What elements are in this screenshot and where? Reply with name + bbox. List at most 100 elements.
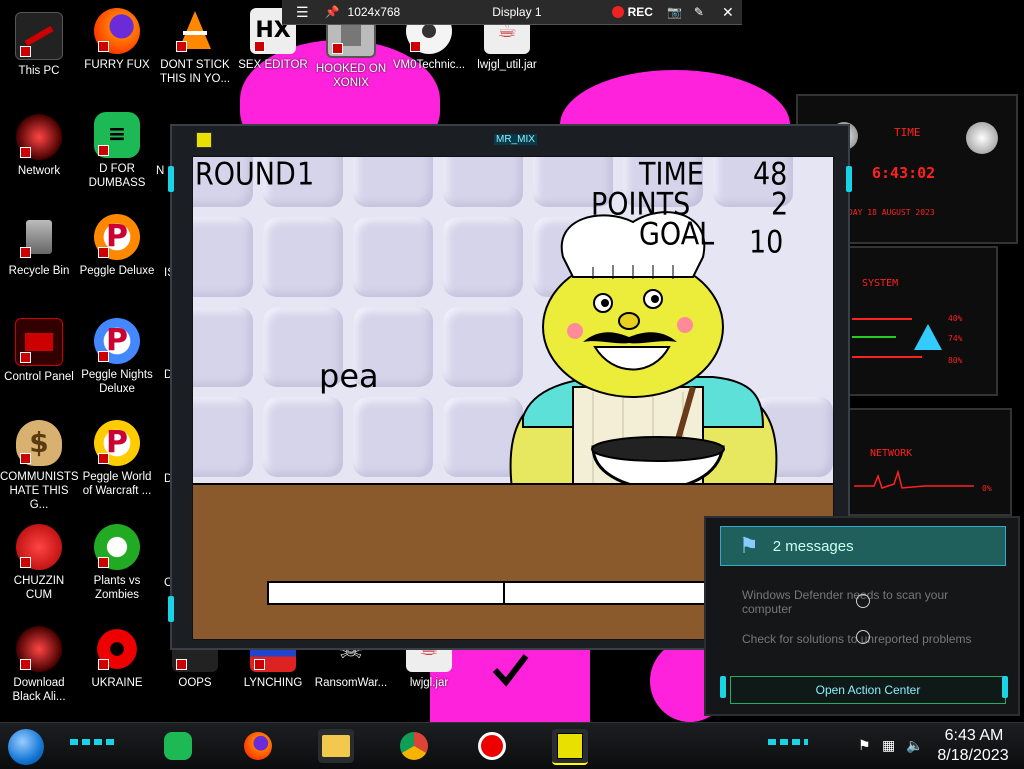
alien-emblem-icon bbox=[914, 324, 942, 350]
desktop-icon-chuzzin[interactable]: CHUZZIN CUM bbox=[0, 524, 78, 602]
record-icon[interactable] bbox=[611, 6, 624, 18]
frame-accent bbox=[720, 676, 726, 698]
icon-label: DONT STICK THIS IN YO... bbox=[159, 59, 231, 85]
flag-icon[interactable]: ⚑ bbox=[858, 737, 871, 754]
icon-label: FURRY FUX bbox=[84, 59, 150, 71]
messages-header[interactable]: ⚑ 2 messages bbox=[720, 526, 1006, 566]
defender-notice[interactable]: Windows Defender needs to scan your comp… bbox=[742, 588, 962, 616]
frame-accent bbox=[168, 596, 174, 622]
sys-bar bbox=[852, 356, 922, 358]
desktop-icon-dont-stick[interactable]: DONT STICK THIS IN YO... bbox=[156, 8, 234, 86]
frame-accent bbox=[1002, 676, 1008, 698]
icon-label: Peggle Deluxe bbox=[79, 265, 155, 277]
icon-label: COMMUNISTS HATE THIS G... bbox=[0, 471, 79, 511]
action-center-popup[interactable]: ⚑ 2 messages Windows Defender needs to s… bbox=[704, 516, 1020, 716]
icon-label: Network bbox=[17, 165, 61, 177]
goal-label: GOAL bbox=[639, 217, 715, 253]
camera-icon[interactable]: 📷 bbox=[667, 5, 682, 19]
firefox-icon bbox=[94, 8, 140, 54]
round-value: 1 bbox=[297, 157, 315, 193]
icon-label: lwjgl_util.jar bbox=[477, 59, 537, 71]
checkmark-shape bbox=[492, 654, 529, 687]
sys-stat: 80% bbox=[948, 356, 963, 365]
display-selector[interactable]: Display 1 bbox=[492, 5, 541, 19]
input-divider bbox=[503, 583, 505, 603]
taskbar-decor bbox=[768, 739, 808, 745]
remote-session-toolbar: ☰ 📌 1024x768 Display 1 REC 📷 ✎ ✕ bbox=[282, 0, 742, 25]
desktop-icon-ukraine[interactable]: UKRAINE bbox=[78, 626, 156, 690]
frame-accent bbox=[168, 166, 174, 192]
chrome-icon bbox=[400, 732, 428, 760]
pencil-icon[interactable]: ✎ bbox=[694, 5, 704, 19]
icon-label: Peggle World of Warcraft ... bbox=[82, 471, 152, 497]
radiation-icon bbox=[94, 626, 140, 672]
recycle-bin-icon bbox=[16, 214, 62, 260]
start-button[interactable] bbox=[8, 729, 44, 765]
icon-label: CHUZZIN CUM bbox=[13, 575, 65, 601]
close-icon[interactable]: ✕ bbox=[722, 4, 734, 21]
icon-label: SEX EDITOR bbox=[238, 59, 308, 71]
time-widget-title: TIME bbox=[894, 126, 921, 139]
taskbar: ⚑ ▦ 🔈 6:43 AM 8/18/2023 bbox=[0, 722, 1024, 769]
sys-stat: 40% bbox=[948, 314, 963, 323]
folder-icon bbox=[322, 735, 350, 757]
control-panel-icon bbox=[15, 318, 63, 366]
pin-icon[interactable]: 📌 bbox=[325, 5, 340, 19]
taskbar-chat-app[interactable] bbox=[160, 729, 196, 763]
icon-label: UKRAINE bbox=[91, 677, 143, 689]
messages-count: 2 messages bbox=[772, 537, 854, 555]
resolution-label[interactable]: 1024x768 bbox=[348, 5, 401, 19]
peggle-nights-icon: P bbox=[94, 318, 140, 364]
icon-label: LYNCHING bbox=[243, 677, 303, 689]
chat-bubble-icon: ≡ bbox=[94, 112, 140, 158]
icon-label: D FOR DUMBASS bbox=[88, 163, 146, 189]
network-icon bbox=[16, 114, 62, 160]
network-widget-title: NETWORK bbox=[870, 448, 913, 459]
taskbar-chrome[interactable] bbox=[396, 729, 432, 763]
icon-label: Recycle Bin bbox=[8, 265, 70, 277]
answer-input-field[interactable] bbox=[267, 581, 707, 605]
desktop-icon-furry-fux[interactable]: FURRY FUX bbox=[78, 8, 156, 72]
taskbar-file-explorer[interactable] bbox=[318, 729, 354, 763]
rec-label[interactable]: REC bbox=[628, 5, 653, 19]
desktop-icon-peggle-wow[interactable]: P Peggle World of Warcraft ... bbox=[78, 420, 156, 498]
desktop-icon-network[interactable]: Network bbox=[0, 114, 78, 178]
volume-icon[interactable]: 🔈 bbox=[906, 737, 923, 754]
taskbar-clock-time[interactable]: 6:43 AM bbox=[934, 727, 1014, 745]
money-bag-icon: $ bbox=[16, 420, 62, 466]
menu-icon[interactable]: ☰ bbox=[296, 4, 309, 21]
flag-icon: ⚑ bbox=[739, 533, 759, 558]
desktop-icon-recycle-bin[interactable]: Recycle Bin bbox=[0, 214, 78, 278]
desktop-icon-this-pc[interactable]: This PC bbox=[0, 12, 78, 78]
icon-label: HOOKED ON XONIX bbox=[315, 63, 387, 89]
icon-label: Plants vs Zombies bbox=[93, 575, 141, 601]
wall-tile bbox=[193, 397, 253, 477]
solutions-notice[interactable]: Check for solutions to unreported proble… bbox=[742, 632, 1002, 646]
desktop-icon-peggle-nights[interactable]: P Peggle Nights Deluxe bbox=[78, 318, 156, 396]
desktop-icon-d-for-dumbass[interactable]: ≡ D FOR DUMBASS bbox=[78, 112, 156, 190]
frame-accent bbox=[846, 166, 852, 192]
desktop-icon-plants-vs-zombies[interactable]: Plants vs Zombies bbox=[78, 524, 156, 602]
icon-label: lwjgl.jar bbox=[409, 677, 449, 689]
taskbar-game[interactable] bbox=[552, 729, 588, 765]
network-widget: NETWORK 0% bbox=[846, 408, 1012, 516]
wall-tile bbox=[263, 217, 343, 297]
clock-icon bbox=[856, 630, 870, 644]
open-action-center-button[interactable]: Open Action Center bbox=[730, 676, 1006, 704]
network-tray-icon[interactable]: ▦ bbox=[882, 737, 895, 754]
alien-icon bbox=[16, 626, 62, 672]
taskbar-clock-date[interactable]: 8/18/2023 bbox=[930, 747, 1016, 765]
icon-label: OOPS bbox=[178, 677, 212, 689]
taskbar-firefox[interactable] bbox=[240, 729, 276, 763]
icon-label: Peggle Nights Deluxe bbox=[81, 369, 153, 395]
icon-label: Download Black Ali... bbox=[12, 677, 66, 703]
taskbar-recorder[interactable] bbox=[474, 729, 510, 763]
vlc-cone-icon bbox=[172, 8, 218, 54]
desktop-icon-download-black[interactable]: Download Black Ali... bbox=[0, 626, 78, 704]
time-widget-clock: 6:43:02 bbox=[872, 164, 936, 182]
wall-tile bbox=[353, 397, 433, 477]
desktop-icon-control-panel[interactable]: Control Panel bbox=[0, 318, 78, 384]
wall-tile bbox=[193, 307, 253, 387]
desktop-icon-communists[interactable]: $ COMMUNISTS HATE THIS G... bbox=[0, 420, 79, 512]
desktop-icon-peggle-deluxe[interactable]: P Peggle Deluxe bbox=[78, 214, 156, 278]
